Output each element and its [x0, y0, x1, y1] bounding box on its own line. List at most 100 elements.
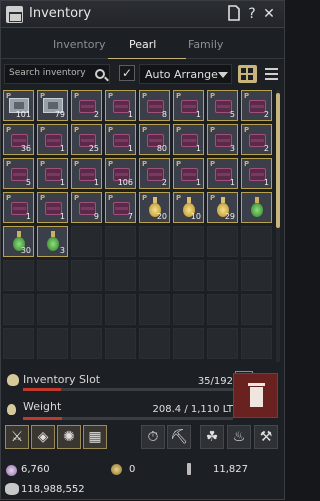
inventory-slot-empty[interactable] — [241, 328, 272, 359]
inventory-slot-item[interactable] — [241, 192, 272, 223]
inventory-slot-empty[interactable] — [241, 226, 272, 257]
inventory-slot-empty[interactable] — [139, 260, 170, 291]
inventory-slot-item[interactable]: P2 — [241, 124, 272, 155]
stopwatch-icon[interactable]: ⏱ — [141, 425, 165, 449]
inventory-slot-empty[interactable] — [105, 260, 136, 291]
pearl-item-mark: P — [176, 194, 182, 202]
inventory-slot-empty[interactable] — [173, 260, 204, 291]
inventory-slot-empty[interactable] — [37, 328, 68, 359]
crystal-icon[interactable]: ◈ — [31, 425, 55, 449]
inventory-slot-item[interactable]: 30 — [3, 226, 34, 257]
search-icon[interactable] — [95, 69, 105, 79]
item-quantity: 29 — [224, 212, 235, 221]
pearl-item-mark: P — [6, 194, 12, 202]
list-view-icon[interactable] — [262, 65, 281, 83]
inventory-slot-empty[interactable] — [105, 226, 136, 257]
genie-lamp-icon[interactable]: ♨ — [227, 425, 251, 449]
scrollbar-thumb[interactable] — [276, 93, 280, 228]
inventory-slot-empty[interactable] — [3, 260, 34, 291]
inventory-slot-item[interactable]: P1 — [173, 158, 204, 189]
inventory-slot-empty[interactable] — [105, 328, 136, 359]
item-quantity: 10 — [190, 212, 201, 221]
active-tab-indicator — [108, 58, 186, 59]
inventory-slot-empty[interactable] — [173, 328, 204, 359]
item-quantity: 1 — [127, 110, 133, 119]
grid-view-icon[interactable] — [238, 65, 257, 83]
inventory-slot-empty[interactable] — [207, 226, 238, 257]
inventory-slot-item[interactable]: P1 — [173, 90, 204, 121]
inventory-slot-empty[interactable] — [207, 260, 238, 291]
inventory-slot-item[interactable]: P5 — [207, 90, 238, 121]
inventory-slot-empty[interactable] — [71, 226, 102, 257]
inventory-slot-empty[interactable] — [71, 294, 102, 325]
inventory-slot-item[interactable]: P 10 — [173, 192, 204, 223]
inventory-slot-item[interactable]: P1 — [37, 158, 68, 189]
inventory-slot-empty[interactable] — [207, 294, 238, 325]
inventory-slot-empty[interactable] — [3, 294, 34, 325]
help-button[interactable]: ? — [245, 5, 259, 23]
inventory-slot-empty[interactable] — [37, 260, 68, 291]
inventory-slot-item[interactable]: P2 — [241, 90, 272, 121]
inventory-slot-empty[interactable] — [139, 294, 170, 325]
inventory-slot-empty[interactable] — [37, 294, 68, 325]
document-icon[interactable] — [227, 5, 241, 23]
inventory-slot-empty[interactable] — [241, 260, 272, 291]
inventory-slot-item[interactable]: P 29 — [207, 192, 238, 223]
tab-family[interactable]: Family — [188, 38, 223, 51]
alchemy-icon[interactable]: ✺ — [57, 425, 81, 449]
shard-amount: 11,827 — [213, 464, 248, 475]
inventory-slot-empty[interactable] — [3, 328, 34, 359]
tab-pearl[interactable]: Pearl — [129, 38, 156, 51]
weight-icon — [7, 404, 16, 415]
inventory-slot-item[interactable]: P 101 — [3, 90, 34, 121]
inventory-slot-item[interactable]: P1 — [105, 90, 136, 121]
inventory-slot-item[interactable]: P7 — [105, 192, 136, 223]
inventory-slot-empty[interactable] — [71, 260, 102, 291]
inventory-slot-empty[interactable] — [105, 294, 136, 325]
title-bar[interactable]: Inventory ? ✕ — [1, 1, 284, 28]
trash-button[interactable] — [233, 373, 278, 418]
inventory-slot-item[interactable]: P 80 — [139, 124, 170, 155]
inventory-slot-item[interactable]: P 36 — [3, 124, 34, 155]
inventory-slot-item[interactable]: P1 — [207, 158, 238, 189]
item-quantity: 2 — [93, 110, 99, 119]
hammer-icon[interactable]: ⚒ — [254, 425, 278, 449]
pearl-item-mark: P — [176, 92, 182, 100]
inventory-slot-item[interactable]: P3 — [207, 124, 238, 155]
inventory-slot-item[interactable]: P9 — [71, 192, 102, 223]
inventory-slot-item[interactable]: P1 — [173, 124, 204, 155]
inventory-slot-empty[interactable] — [241, 294, 272, 325]
inventory-slot-empty[interactable] — [139, 226, 170, 257]
grid-combine-icon[interactable]: ▦ — [83, 425, 107, 449]
inventory-slot-item[interactable]: P8 — [139, 90, 170, 121]
item-quantity: 1 — [195, 110, 201, 119]
inventory-slot-item[interactable]: 3 — [37, 226, 68, 257]
inventory-slot-item[interactable]: P1 — [37, 124, 68, 155]
inventory-slot-item[interactable]: P 20 — [139, 192, 170, 223]
inventory-slot-item[interactable]: P1 — [71, 158, 102, 189]
inventory-slot-empty[interactable] — [71, 328, 102, 359]
auto-arrange-dropdown[interactable]: Auto Arrange — [139, 64, 232, 84]
inventory-slot-item[interactable]: P 25 — [71, 124, 102, 155]
inventory-slot-empty[interactable] — [173, 226, 204, 257]
inventory-slot-item[interactable]: P1 — [241, 158, 272, 189]
auto-arrange-checkbox[interactable]: ✓ — [119, 65, 135, 81]
close-button[interactable]: ✕ — [262, 5, 276, 23]
sword-upgrade-icon[interactable]: ⚔ — [5, 425, 29, 449]
tab-inventory[interactable]: Inventory — [53, 38, 106, 51]
inventory-slot-item[interactable]: P2 — [71, 90, 102, 121]
inventory-slot-item[interactable]: P 79 — [37, 90, 68, 121]
inventory-slot-item[interactable]: P 106 — [105, 158, 136, 189]
inventory-slot-empty[interactable] — [139, 328, 170, 359]
triskele-icon[interactable]: ☘ — [200, 425, 224, 449]
inventory-slot-item[interactable]: P1 — [37, 192, 68, 223]
inventory-slot-item[interactable]: P5 — [3, 158, 34, 189]
search-input[interactable]: Search inventory — [4, 64, 110, 84]
pearl-item-mark: P — [74, 160, 80, 168]
inventory-slot-item[interactable]: P1 — [3, 192, 34, 223]
pickaxe-icon[interactable]: ⛏ — [167, 425, 191, 449]
inventory-slot-empty[interactable] — [207, 328, 238, 359]
inventory-slot-item[interactable]: P2 — [139, 158, 170, 189]
inventory-slot-empty[interactable] — [173, 294, 204, 325]
inventory-slot-item[interactable]: P1 — [105, 124, 136, 155]
